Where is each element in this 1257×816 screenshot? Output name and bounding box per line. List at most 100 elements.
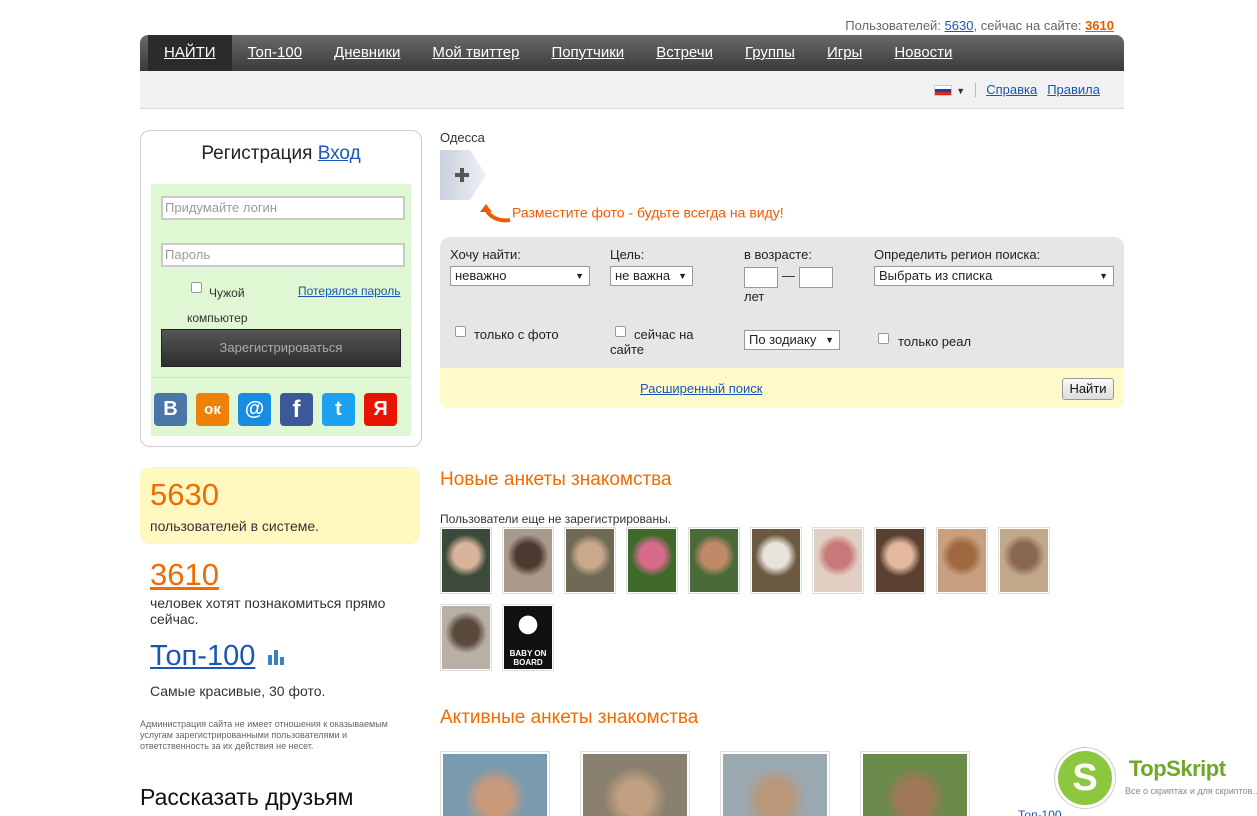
- age-from-input[interactable]: [744, 267, 778, 288]
- nav-find[interactable]: НАЙТИ: [148, 35, 232, 71]
- zodiac-select[interactable]: По зодиаку ▼: [744, 330, 840, 350]
- yandex-icon[interactable]: Я: [364, 393, 397, 426]
- password-input[interactable]: Пароль: [161, 243, 405, 267]
- want-label: Хочу найти:: [450, 247, 521, 262]
- users-stat-box: 5630 пользователей в системе.: [140, 467, 420, 544]
- profile-thumb[interactable]: [750, 527, 802, 594]
- nav-diaries[interactable]: Дневники: [318, 35, 416, 71]
- profile-thumb[interactable]: [564, 527, 616, 594]
- nav-games[interactable]: Игры: [811, 35, 878, 71]
- registration-form: Придумайте логин Пароль Чужой компьютер …: [151, 184, 411, 436]
- profile-photo: [583, 754, 687, 816]
- users-count-link[interactable]: 5630: [945, 18, 974, 33]
- login-link[interactable]: Вход: [318, 143, 361, 164]
- profile-photo: [690, 529, 738, 592]
- chevron-down-icon: ▼: [825, 335, 834, 345]
- login-input[interactable]: Придумайте логин: [161, 196, 405, 220]
- profile-thumb[interactable]: [688, 527, 740, 594]
- profile-thumb[interactable]: [440, 527, 492, 594]
- new-profiles-title: Новые анкеты знакомства: [440, 469, 672, 490]
- city-label: Одесса: [440, 130, 485, 145]
- profile-thumb[interactable]: [502, 527, 554, 594]
- age-unit: лет: [744, 289, 765, 304]
- profile-thumb[interactable]: [440, 604, 492, 671]
- site-stats-header: Пользователей: 5630, сейчас на сайте: 36…: [140, 18, 1114, 33]
- nav-travel-mates[interactable]: Попутчики: [535, 35, 640, 71]
- nav-meetings[interactable]: Встречи: [640, 35, 729, 71]
- profile-thumb[interactable]: [874, 527, 926, 594]
- register-button[interactable]: Зарегистрироваться: [161, 329, 401, 367]
- want-select[interactable]: неважно ▼: [450, 266, 590, 286]
- profile-photo: [1000, 529, 1048, 592]
- profile-photo: [876, 529, 924, 592]
- online-now-label: сейчас на сайте: [610, 327, 694, 357]
- chevron-down-icon: ▼: [956, 86, 966, 96]
- profile-photo: [814, 529, 862, 592]
- place-photo-hint: Разместите фото - будьте всегда на виду!: [480, 204, 784, 224]
- profile-photo: [628, 529, 676, 592]
- profile-thumb[interactable]: [626, 527, 678, 594]
- find-button[interactable]: Найти: [1062, 378, 1114, 400]
- nav-my-twitter[interactable]: Мой твиттер: [416, 35, 535, 71]
- users-label: Пользователей:: [845, 18, 945, 33]
- topskript-logo-icon: S: [1055, 748, 1115, 808]
- users-count: 5630: [150, 477, 219, 512]
- new-profiles-grid: BABY ON BOARD: [440, 527, 1100, 671]
- active-profile-thumb[interactable]: [720, 751, 830, 816]
- profile-photo: [752, 529, 800, 592]
- nav-top100[interactable]: Топ-100: [232, 35, 318, 71]
- topskript-watermark: S TopSkript Все о скриптах и для скрипто…: [1053, 748, 1257, 816]
- registration-title: Регистрация Вход: [141, 143, 421, 165]
- odnoklassniki-icon[interactable]: ок: [196, 393, 229, 426]
- disclaimer: Администрация сайта не имеет отношения к…: [140, 719, 388, 751]
- sub-bar: ▼ Справка Правила: [140, 71, 1124, 109]
- profile-photo: [504, 529, 552, 592]
- add-photo-button[interactable]: [440, 150, 488, 200]
- twitter-icon[interactable]: t: [322, 393, 355, 426]
- profile-photo: [442, 606, 490, 669]
- watermark-tagline: Все о скриптах и для скриптов...: [1125, 786, 1257, 796]
- online-count-link[interactable]: 3610: [150, 557, 219, 593]
- foreign-computer-label: Чужой компьютер: [187, 286, 248, 325]
- advanced-search-link[interactable]: Расширенный поиск: [640, 381, 762, 396]
- lost-password-link[interactable]: Потерялся пароль: [298, 284, 400, 298]
- active-profile-thumb[interactable]: [440, 751, 550, 816]
- nav-groups[interactable]: Группы: [729, 35, 811, 71]
- profile-thumb[interactable]: BABY ON BOARD: [502, 604, 554, 671]
- goal-select[interactable]: не важна ▼: [610, 266, 693, 286]
- age-to-input[interactable]: [799, 267, 833, 288]
- top100-block: Топ-100: [150, 640, 287, 673]
- online-count-link[interactable]: 3610: [1085, 18, 1114, 33]
- with-photo-checkbox[interactable]: [455, 326, 466, 337]
- facebook-icon[interactable]: f: [280, 393, 313, 426]
- active-profile-thumb[interactable]: [860, 751, 970, 816]
- language-selector[interactable]: ▼: [934, 82, 965, 97]
- active-profile-thumb[interactable]: [580, 751, 690, 816]
- search-panel: Хочу найти: неважно ▼ Цель: не важна ▼ в в…: [440, 237, 1124, 408]
- age-dash: —: [782, 268, 795, 283]
- rules-link[interactable]: Правила: [1047, 82, 1100, 97]
- profile-thumb[interactable]: [998, 527, 1050, 594]
- divider: [975, 82, 977, 97]
- region-value: Выбрать из списка: [879, 268, 993, 283]
- bar-chart-icon: [267, 650, 284, 665]
- only-real-checkbox[interactable]: [878, 333, 889, 344]
- region-label: Определить регион поиска:: [874, 247, 1041, 262]
- with-photo-label: только с фото: [474, 327, 559, 342]
- profile-thumb[interactable]: [936, 527, 988, 594]
- region-select[interactable]: Выбрать из списка ▼: [874, 266, 1114, 286]
- curved-arrow-icon: [480, 204, 511, 223]
- want-value: неважно: [455, 268, 507, 283]
- nav-news[interactable]: Новости: [878, 35, 968, 71]
- place-photo-text: Разместите фото - будьте всегда на виду!: [512, 204, 784, 221]
- goal-label: Цель:: [610, 247, 645, 262]
- profile-photo: [443, 754, 547, 816]
- top100-link[interactable]: Топ-100: [150, 640, 255, 672]
- vkontakte-icon[interactable]: В: [154, 393, 187, 426]
- mailru-icon[interactable]: @: [238, 393, 271, 426]
- watermark-name: TopSkript: [1129, 756, 1226, 781]
- profile-thumb[interactable]: [812, 527, 864, 594]
- profile-photo: [723, 754, 827, 816]
- top100-text: Самые красивые, 30 фото.: [150, 683, 326, 699]
- help-link[interactable]: Справка: [986, 82, 1037, 97]
